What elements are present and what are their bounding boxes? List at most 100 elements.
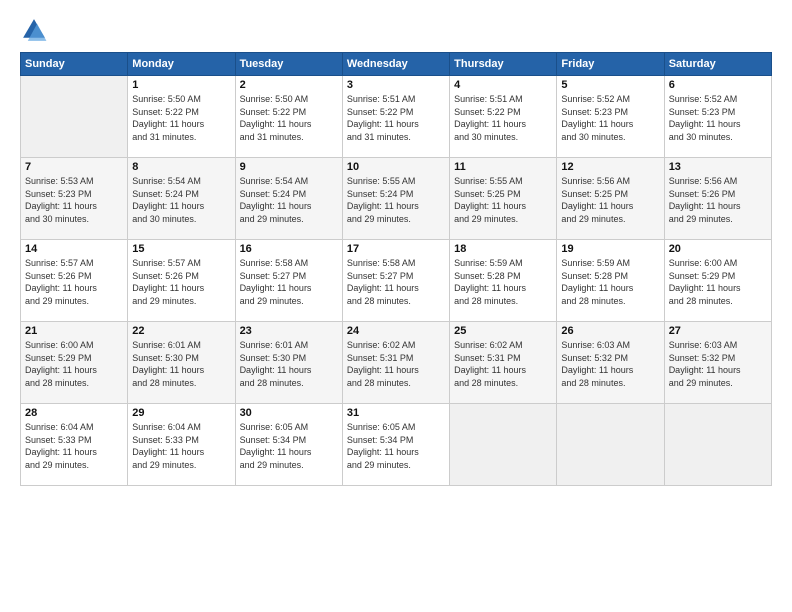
day-number: 25 bbox=[454, 325, 552, 337]
day-number: 12 bbox=[561, 161, 659, 173]
calendar-cell: 16 Sunrise: 5:58 AM Sunset: 5:27 PM Dayli… bbox=[235, 240, 342, 322]
day-info: Sunrise: 6:03 AM Sunset: 5:32 PM Dayligh… bbox=[669, 339, 767, 389]
day-number: 1 bbox=[132, 79, 230, 91]
header-area bbox=[20, 16, 772, 44]
calendar-cell: 11 Sunrise: 5:55 AM Sunset: 5:25 PM Dayli… bbox=[450, 158, 557, 240]
logo bbox=[20, 16, 52, 44]
calendar-cell: 20 Sunrise: 6:00 AM Sunset: 5:29 PM Dayli… bbox=[664, 240, 771, 322]
day-info: Sunrise: 5:55 AM Sunset: 5:25 PM Dayligh… bbox=[454, 175, 552, 225]
calendar-cell: 3Sunrise: 5:51 AM Sunset: 5:22 PM Daylig… bbox=[342, 76, 449, 158]
calendar-cell: 13 Sunrise: 5:56 AM Sunset: 5:26 PM Dayli… bbox=[664, 158, 771, 240]
calendar-cell: 22 Sunrise: 6:01 AM Sunset: 5:30 PM Dayli… bbox=[128, 322, 235, 404]
day-number: 24 bbox=[347, 325, 445, 337]
day-number: 23 bbox=[240, 325, 338, 337]
day-number: 30 bbox=[240, 407, 338, 419]
calendar-cell: 15 Sunrise: 5:57 AM Sunset: 5:26 PM Dayli… bbox=[128, 240, 235, 322]
calendar-week-row: 7 Sunrise: 5:53 AM Sunset: 5:23 PM Daylig… bbox=[21, 158, 772, 240]
calendar-week-row: 1 Sunrise: 5:50 AM Sunset: 5:22 PM Daylig… bbox=[21, 76, 772, 158]
calendar-cell: 5 Sunrise: 5:52 AM Sunset: 5:23 PM Daylig… bbox=[557, 76, 664, 158]
day-info: Sunrise: 5:58 AM Sunset: 5:27 PM Dayligh… bbox=[240, 257, 338, 307]
calendar-cell: 14 Sunrise: 5:57 AM Sunset: 5:26 PM Dayli… bbox=[21, 240, 128, 322]
day-info: Sunrise: 5:51 AM Sunset: 5:22 PM Dayligh… bbox=[347, 93, 445, 143]
day-info: Sunrise: 5:57 AM Sunset: 5:26 PM Dayligh… bbox=[132, 257, 230, 307]
day-info: Sunrise: 5:57 AM Sunset: 5:26 PM Dayligh… bbox=[25, 257, 123, 307]
day-info: Sunrise: 6:00 AM Sunset: 5:29 PM Dayligh… bbox=[25, 339, 123, 389]
day-info: Sunrise: 6:00 AM Sunset: 5:29 PM Dayligh… bbox=[669, 257, 767, 307]
day-number: 9 bbox=[240, 161, 338, 173]
calendar-cell: 28 Sunrise: 6:04 AM Sunset: 5:33 PM Dayli… bbox=[21, 404, 128, 486]
day-number: 19 bbox=[561, 243, 659, 255]
weekday-header: Tuesday bbox=[235, 53, 342, 76]
weekday-header: Thursday bbox=[450, 53, 557, 76]
calendar-cell: 26 Sunrise: 6:03 AM Sunset: 5:32 PM Dayli… bbox=[557, 322, 664, 404]
day-info: Sunrise: 5:50 AM Sunset: 5:22 PM Dayligh… bbox=[240, 93, 338, 143]
calendar-cell: 23Sunrise: 6:01 AM Sunset: 5:30 PM Dayli… bbox=[235, 322, 342, 404]
calendar-cell: 2Sunrise: 5:50 AM Sunset: 5:22 PM Daylig… bbox=[235, 76, 342, 158]
day-info: Sunrise: 5:56 AM Sunset: 5:25 PM Dayligh… bbox=[561, 175, 659, 225]
calendar-cell: 27 Sunrise: 6:03 AM Sunset: 5:32 PM Dayli… bbox=[664, 322, 771, 404]
calendar-cell: 31 Sunrise: 6:05 AM Sunset: 5:34 PM Dayli… bbox=[342, 404, 449, 486]
day-info: Sunrise: 5:54 AM Sunset: 5:24 PM Dayligh… bbox=[132, 175, 230, 225]
calendar-cell: 12 Sunrise: 5:56 AM Sunset: 5:25 PM Dayli… bbox=[557, 158, 664, 240]
day-info: Sunrise: 6:02 AM Sunset: 5:31 PM Dayligh… bbox=[347, 339, 445, 389]
day-number: 13 bbox=[669, 161, 767, 173]
day-number: 16 bbox=[240, 243, 338, 255]
day-info: Sunrise: 5:59 AM Sunset: 5:28 PM Dayligh… bbox=[561, 257, 659, 307]
day-info: Sunrise: 6:02 AM Sunset: 5:31 PM Dayligh… bbox=[454, 339, 552, 389]
calendar-week-row: 28 Sunrise: 6:04 AM Sunset: 5:33 PM Dayli… bbox=[21, 404, 772, 486]
day-info: Sunrise: 5:51 AM Sunset: 5:22 PM Dayligh… bbox=[454, 93, 552, 143]
day-info: Sunrise: 6:04 AM Sunset: 5:33 PM Dayligh… bbox=[132, 421, 230, 471]
day-number: 20 bbox=[669, 243, 767, 255]
day-number: 8 bbox=[132, 161, 230, 173]
weekday-header: Saturday bbox=[664, 53, 771, 76]
weekday-header: Sunday bbox=[21, 53, 128, 76]
calendar-week-row: 21 Sunrise: 6:00 AM Sunset: 5:29 PM Dayli… bbox=[21, 322, 772, 404]
day-number: 15 bbox=[132, 243, 230, 255]
weekday-header: Friday bbox=[557, 53, 664, 76]
day-number: 31 bbox=[347, 407, 445, 419]
weekday-header: Monday bbox=[128, 53, 235, 76]
calendar-page: SundayMondayTuesdayWednesdayThursdayFrid… bbox=[0, 0, 792, 612]
day-number: 7 bbox=[25, 161, 123, 173]
day-info: Sunrise: 6:04 AM Sunset: 5:33 PM Dayligh… bbox=[25, 421, 123, 471]
calendar-cell: 17 Sunrise: 5:58 AM Sunset: 5:27 PM Dayli… bbox=[342, 240, 449, 322]
day-number: 14 bbox=[25, 243, 123, 255]
weekday-header-row: SundayMondayTuesdayWednesdayThursdayFrid… bbox=[21, 53, 772, 76]
day-info: Sunrise: 5:52 AM Sunset: 5:23 PM Dayligh… bbox=[561, 93, 659, 143]
calendar-cell: 29 Sunrise: 6:04 AM Sunset: 5:33 PM Dayli… bbox=[128, 404, 235, 486]
day-number: 26 bbox=[561, 325, 659, 337]
calendar-cell: 10Sunrise: 5:55 AM Sunset: 5:24 PM Dayli… bbox=[342, 158, 449, 240]
calendar-cell: 7 Sunrise: 5:53 AM Sunset: 5:23 PM Daylig… bbox=[21, 158, 128, 240]
day-number: 18 bbox=[454, 243, 552, 255]
day-info: Sunrise: 5:58 AM Sunset: 5:27 PM Dayligh… bbox=[347, 257, 445, 307]
calendar-cell bbox=[450, 404, 557, 486]
day-info: Sunrise: 5:56 AM Sunset: 5:26 PM Dayligh… bbox=[669, 175, 767, 225]
calendar-cell: 18 Sunrise: 5:59 AM Sunset: 5:28 PM Dayli… bbox=[450, 240, 557, 322]
calendar-cell: 21 Sunrise: 6:00 AM Sunset: 5:29 PM Dayli… bbox=[21, 322, 128, 404]
day-number: 17 bbox=[347, 243, 445, 255]
calendar-cell: 6Sunrise: 5:52 AM Sunset: 5:23 PM Daylig… bbox=[664, 76, 771, 158]
day-info: Sunrise: 5:53 AM Sunset: 5:23 PM Dayligh… bbox=[25, 175, 123, 225]
day-info: Sunrise: 6:01 AM Sunset: 5:30 PM Dayligh… bbox=[132, 339, 230, 389]
calendar-cell bbox=[664, 404, 771, 486]
day-number: 28 bbox=[25, 407, 123, 419]
calendar-cell: 8 Sunrise: 5:54 AM Sunset: 5:24 PM Daylig… bbox=[128, 158, 235, 240]
day-number: 11 bbox=[454, 161, 552, 173]
day-number: 5 bbox=[561, 79, 659, 91]
weekday-header: Wednesday bbox=[342, 53, 449, 76]
day-info: Sunrise: 6:03 AM Sunset: 5:32 PM Dayligh… bbox=[561, 339, 659, 389]
calendar-cell: 19 Sunrise: 5:59 AM Sunset: 5:28 PM Dayli… bbox=[557, 240, 664, 322]
calendar-cell: 4 Sunrise: 5:51 AM Sunset: 5:22 PM Daylig… bbox=[450, 76, 557, 158]
day-number: 29 bbox=[132, 407, 230, 419]
day-number: 27 bbox=[669, 325, 767, 337]
day-info: Sunrise: 5:54 AM Sunset: 5:24 PM Dayligh… bbox=[240, 175, 338, 225]
day-number: 4 bbox=[454, 79, 552, 91]
calendar-week-row: 14 Sunrise: 5:57 AM Sunset: 5:26 PM Dayli… bbox=[21, 240, 772, 322]
day-number: 21 bbox=[25, 325, 123, 337]
day-number: 10 bbox=[347, 161, 445, 173]
calendar-cell: 24 Sunrise: 6:02 AM Sunset: 5:31 PM Dayli… bbox=[342, 322, 449, 404]
day-info: Sunrise: 5:59 AM Sunset: 5:28 PM Dayligh… bbox=[454, 257, 552, 307]
day-number: 6 bbox=[669, 79, 767, 91]
day-number: 22 bbox=[132, 325, 230, 337]
day-info: Sunrise: 6:05 AM Sunset: 5:34 PM Dayligh… bbox=[347, 421, 445, 471]
